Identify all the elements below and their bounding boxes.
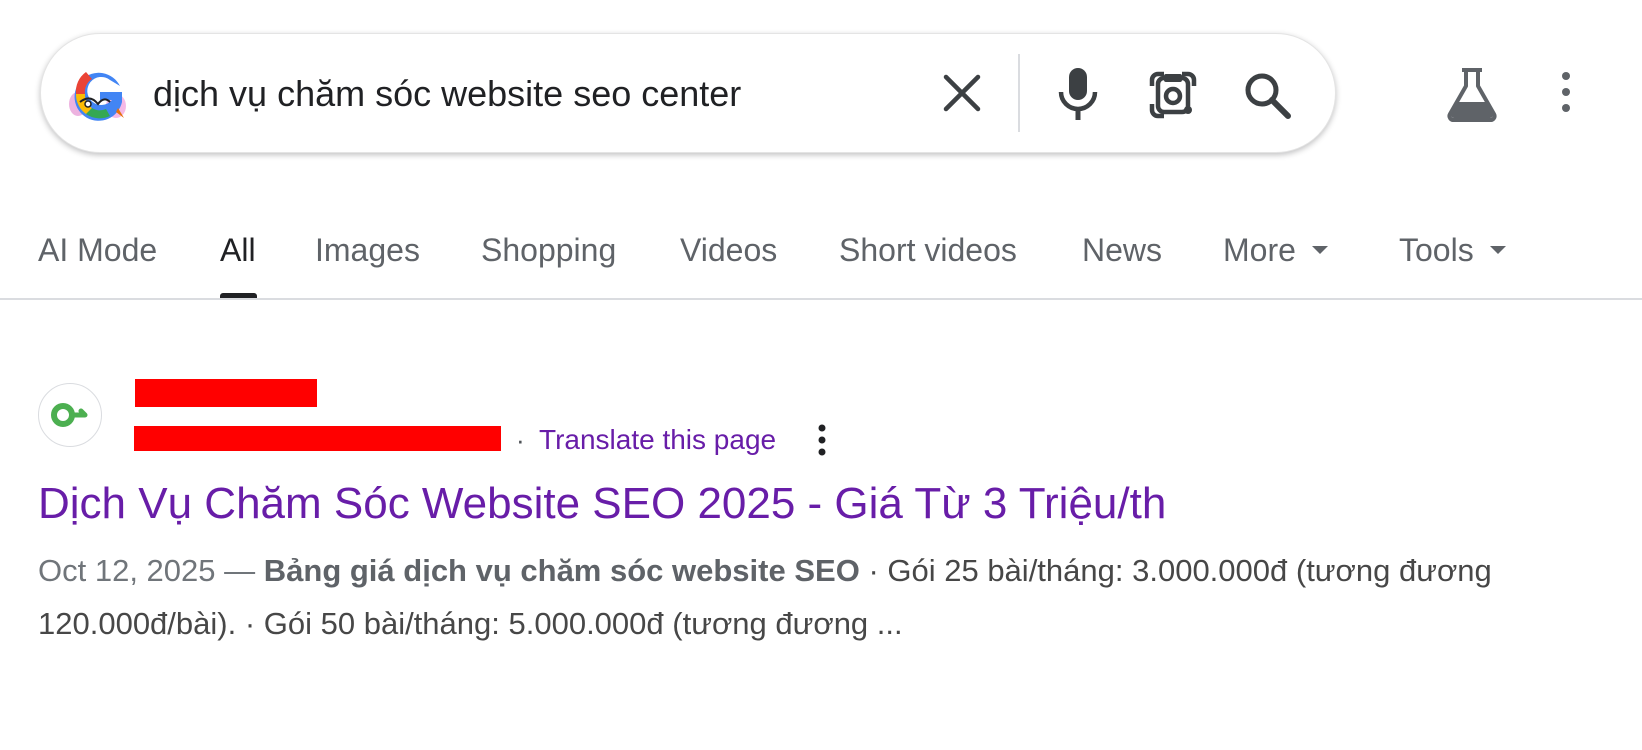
translate-page-link[interactable]: Translate this page	[539, 424, 776, 456]
search-input[interactable]: dịch vụ chăm sóc website seo center	[153, 70, 741, 118]
search-tabs: AI Mode All Images Shopping Videos Short…	[0, 220, 1642, 300]
labs-flask-icon[interactable]	[1446, 66, 1498, 122]
snippet-date: Oct 12, 2025 —	[38, 553, 256, 588]
tab-short-videos[interactable]: Short videos	[839, 232, 1017, 268]
tab-more[interactable]: More	[1223, 232, 1328, 268]
chevron-down-icon	[1489, 245, 1506, 254]
result-title-link[interactable]: Dịch Vụ Chăm Sóc Website SEO 2025 - Giá …	[38, 476, 1166, 532]
tab-ai-mode[interactable]: AI Mode	[38, 232, 157, 268]
more-vert-icon[interactable]	[812, 420, 832, 460]
tab-images[interactable]: Images	[315, 232, 420, 268]
site-logo-icon	[51, 403, 88, 427]
tab-videos[interactable]: Videos	[680, 232, 777, 268]
redacted-site-name	[135, 379, 317, 407]
tab-tools[interactable]: Tools	[1399, 232, 1506, 268]
lens-icon[interactable]	[1148, 70, 1198, 120]
site-favicon[interactable]	[38, 383, 102, 447]
tab-tools-label: Tools	[1399, 232, 1474, 268]
tabs-divider	[0, 298, 1642, 300]
clear-icon[interactable]	[940, 71, 984, 115]
google-g-icon[interactable]	[66, 64, 132, 124]
search-box-divider	[1018, 54, 1020, 132]
redacted-site-url	[134, 426, 501, 451]
tab-news[interactable]: News	[1082, 232, 1162, 268]
tab-more-label: More	[1223, 232, 1296, 268]
mic-icon[interactable]	[1056, 66, 1100, 122]
tab-all[interactable]: All	[220, 232, 256, 268]
chevron-down-icon	[1311, 245, 1328, 254]
apps-icon[interactable]	[1560, 70, 1570, 120]
search-icon[interactable]	[1242, 70, 1292, 120]
result-snippet: Oct 12, 2025 — Bảng giá dịch vụ chăm sóc…	[38, 544, 1568, 650]
snippet-highlight: Bảng giá dịch vụ chăm sóc website SEO	[263, 553, 860, 588]
separator-dot: ·	[516, 425, 525, 455]
tab-shopping[interactable]: Shopping	[481, 232, 616, 268]
